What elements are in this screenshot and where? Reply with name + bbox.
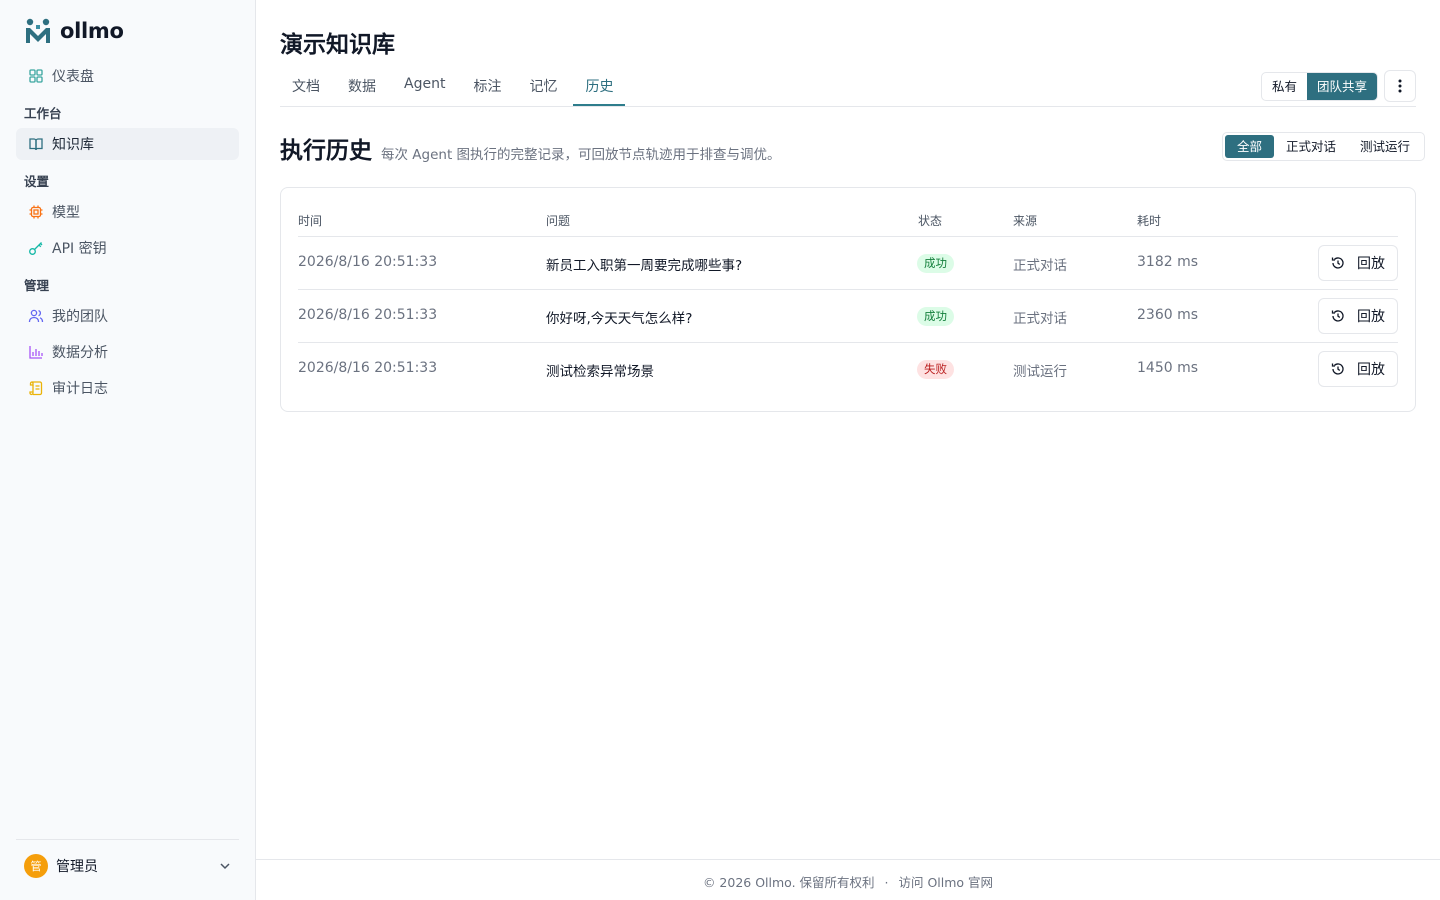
more-vertical-icon [1398,79,1402,93]
status-badge: 失败 [917,360,954,379]
replay-button[interactable]: 回放 [1318,245,1398,281]
cell-time: 2026/8/16 20:51:33 [298,307,438,323]
brand-name: ollmo [60,19,124,43]
cell-source: 测试运行 [1013,364,1067,380]
sidebar-item-team[interactable]: 我的团队 [16,300,239,332]
cell-time: 2026/8/16 20:51:33 [298,360,438,376]
sidebar-item-label: 我的团队 [52,309,108,325]
brand-logo[interactable]: ollmo [24,16,124,46]
avatar: 管 [24,854,48,878]
replay-label: 回放 [1357,309,1385,325]
status-badge: 成功 [917,307,954,326]
sidebar-item-label: 审计日志 [52,381,108,397]
column-header-duration: 耗时 [1137,214,1162,228]
user-menu[interactable]: 管 管理员 [24,854,232,878]
footer: © 2026 Ollmo. 保留所有权利 · 访问 Ollmo 官网 [256,872,1440,891]
sidebar-item-dashboard[interactable]: 仪表盘 [16,60,239,92]
source-filter: 全部 正式对话 测试运行 [1222,132,1426,161]
tab-annotation[interactable]: 标注 [461,66,513,106]
footer-separator: · [884,875,889,890]
status-badge: 成功 [917,254,954,273]
sidebar-item-label: 模型 [52,205,80,221]
column-header-source: 来源 [1013,214,1038,228]
tab-history[interactable]: 历史 [573,66,626,106]
cell-source: 正式对话 [1013,258,1067,274]
cell-question: 测试检索异常场景 [546,364,654,380]
cell-duration: 1450 ms [1137,360,1199,376]
tab-bar: 文档 数据 Agent 标注 记忆 历史 [280,66,629,106]
visibility-private-button[interactable]: 私有 [1262,73,1307,100]
tab-data[interactable]: 数据 [336,66,388,106]
column-header-status: 状态 [918,214,943,228]
nav-group-admin: 管理 [24,278,50,293]
row-divider [298,289,1398,290]
replay-label: 回放 [1357,362,1385,378]
user-name: 管理员 [56,859,98,875]
filter-all-button[interactable]: 全部 [1225,135,1275,158]
bar-chart-icon [28,344,44,360]
nav-group-workspace: 工作台 [24,106,62,121]
sidebar-item-label: API 密钥 [52,241,107,257]
section-title: 执行历史 [280,138,372,164]
dashboard-icon [28,68,44,84]
history-icon [1331,257,1344,269]
scroll-icon [28,380,44,396]
replay-button[interactable]: 回放 [1318,298,1398,334]
sidebar-item-analytics[interactable]: 数据分析 [16,336,239,368]
column-header-time: 时间 [298,214,323,228]
more-options-button[interactable] [1384,70,1416,102]
chip-icon [28,204,44,220]
ollmo-logo-icon [26,18,50,43]
sidebar-item-knowledge[interactable]: 知识库 [16,128,239,160]
tab-documents[interactable]: 文档 [280,66,332,106]
row-divider [298,342,1398,343]
footer-website-link[interactable]: 访问 Ollmo 官网 [899,875,994,890]
sidebar-item-audit[interactable]: 审计日志 [16,372,239,404]
key-icon [28,240,44,256]
footer-copyright: © 2026 Ollmo. 保留所有权利 [702,875,875,890]
footer-divider [256,859,1440,860]
sidebar-item-label: 仪表盘 [52,69,94,85]
replay-button[interactable]: 回放 [1318,351,1398,387]
cell-duration: 2360 ms [1137,307,1199,323]
history-icon [1331,363,1344,375]
filter-test-button[interactable]: 测试运行 [1348,135,1422,158]
sidebar-item-api-keys[interactable]: API 密钥 [16,232,239,264]
sidebar: ollmo 仪表盘 工作台 知识库 设置 模型 API 密钥 管理 我的团队 数… [0,0,256,900]
visibility-team-button[interactable]: 团队共享 [1307,73,1378,100]
tab-memory[interactable]: 记忆 [517,66,569,106]
cell-time: 2026/8/16 20:51:33 [298,254,438,270]
filter-formal-button[interactable]: 正式对话 [1274,135,1348,158]
book-icon [28,136,44,152]
cell-question: 新员工入职第一周要完成哪些事? [546,258,743,274]
tab-agent[interactable]: Agent [392,66,457,106]
page-title: 演示知识库 [280,32,395,58]
sidebar-item-label: 知识库 [52,137,94,153]
nav-group-settings: 设置 [24,174,50,189]
sidebar-divider [16,839,239,840]
history-table: 时间 问题 状态 来源 耗时 2026/8/16 20:51:33 新员工入职第… [280,187,1416,412]
cell-source: 正式对话 [1013,311,1067,327]
row-divider [298,236,1398,237]
sidebar-item-models[interactable]: 模型 [16,196,239,228]
tab-divider [280,106,1416,107]
history-icon [1331,310,1344,322]
chevron-down-icon [220,863,230,870]
visibility-toggle: 私有 团队共享 [1261,72,1379,101]
sidebar-item-label: 数据分析 [52,345,108,361]
users-icon [28,308,44,324]
column-header-question: 问题 [546,214,571,228]
replay-label: 回放 [1357,256,1385,272]
cell-question: 你好呀,今天天气怎么样? [546,311,693,327]
cell-duration: 3182 ms [1137,254,1199,270]
section-description: 每次 Agent 图执行的完整记录，可回放节点轨迹用于排查与调优。 [381,147,781,163]
